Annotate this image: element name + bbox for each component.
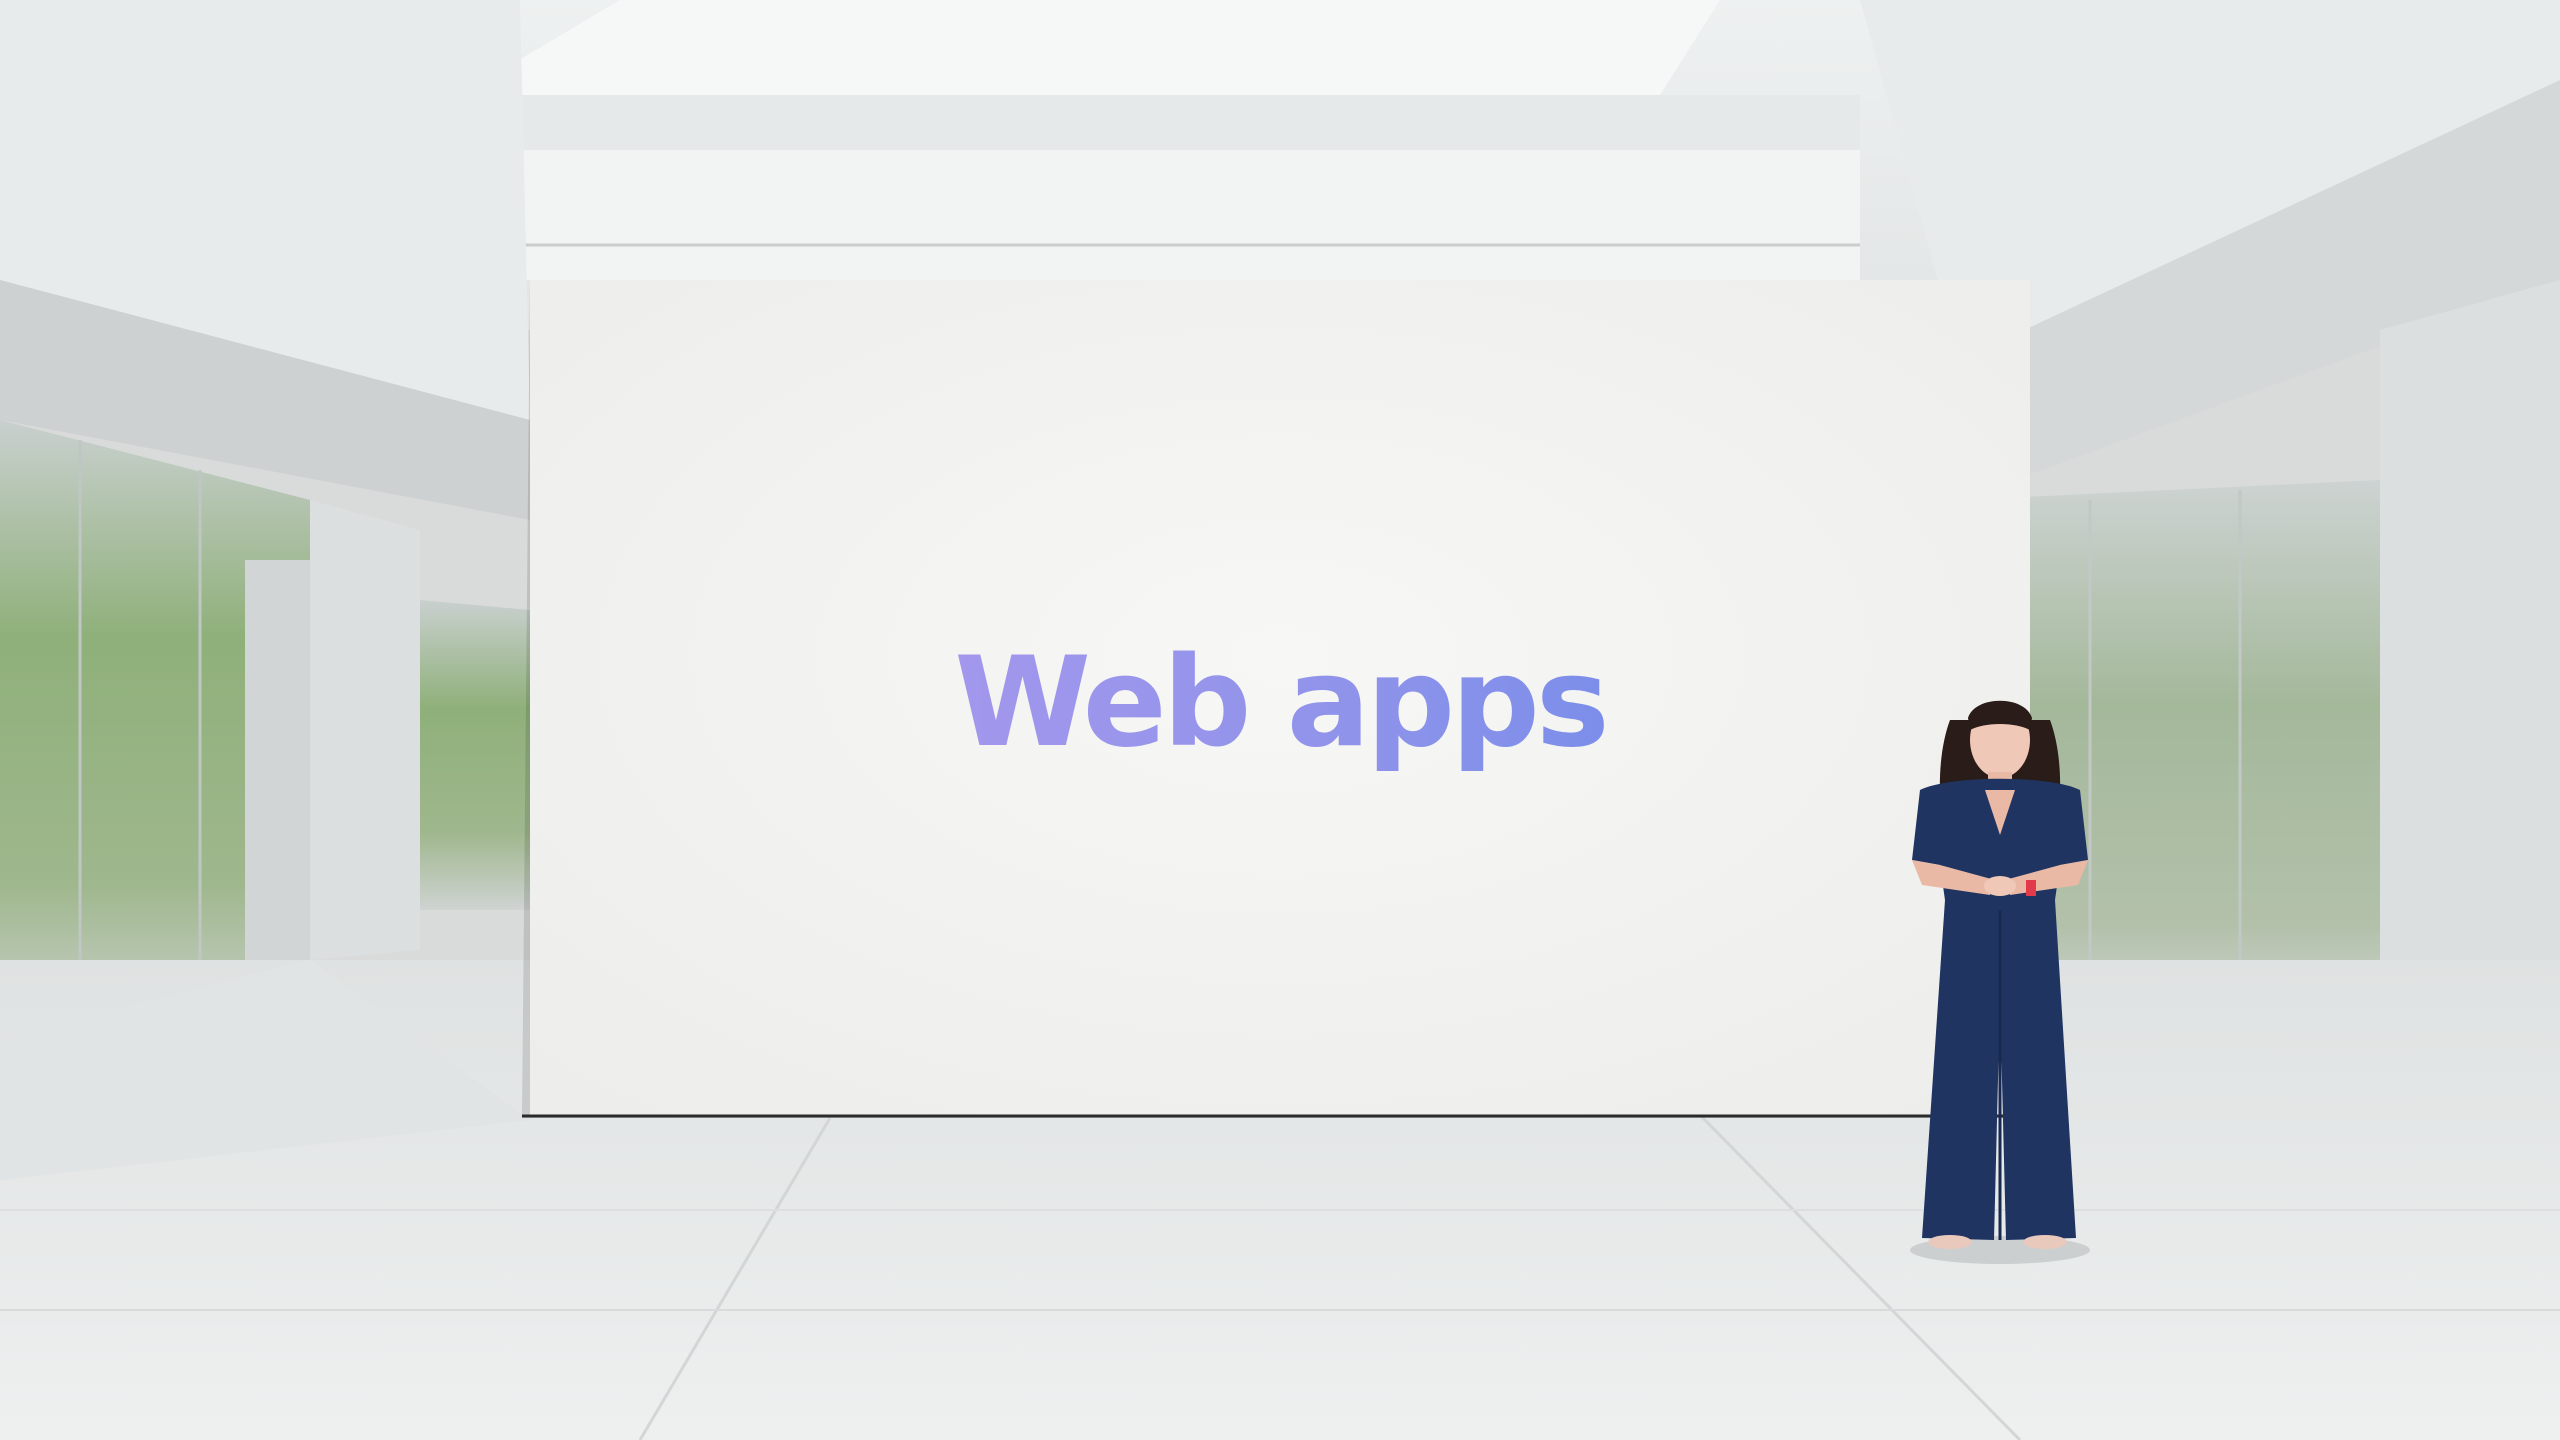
left-rear-glass <box>420 600 530 910</box>
left-pillar <box>310 500 420 960</box>
ceiling-beam <box>460 95 1860 150</box>
upper-balcony <box>460 150 1860 280</box>
keynote-scene: Web apps <box>0 0 2560 1440</box>
slide-title: Web apps <box>530 280 2030 1126</box>
skylight <box>460 0 1720 95</box>
left-column <box>245 560 310 960</box>
